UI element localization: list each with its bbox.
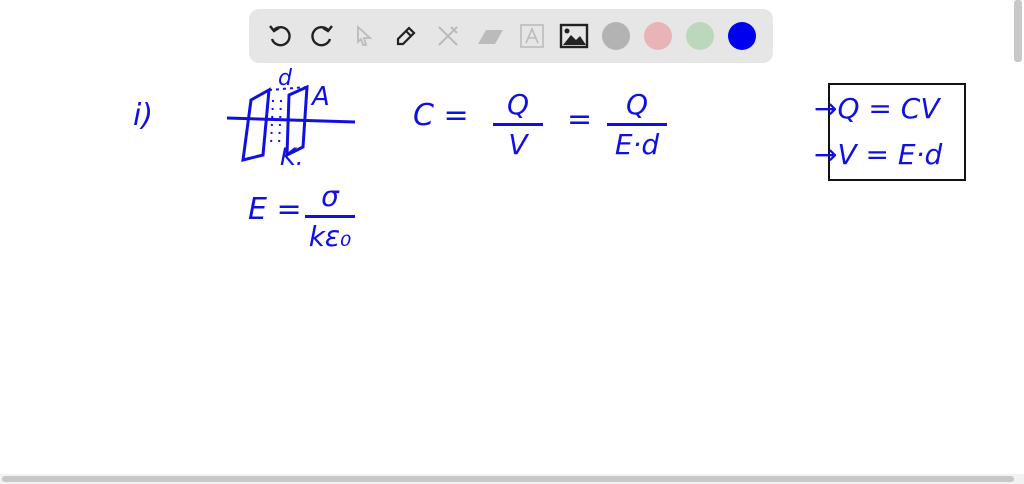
vertical-scrollbar[interactable] (1014, 0, 1022, 62)
formula-v-ed: →V = E·d (814, 138, 943, 171)
toolbar (249, 9, 773, 63)
label-d: d (278, 66, 292, 91)
equals-sign: = (567, 102, 593, 137)
color-green-button[interactable] (679, 15, 721, 57)
fraction-sigma-over-k-eps0: σ kε₀ (305, 180, 355, 253)
image-icon[interactable] (553, 15, 595, 57)
label-k: K. (280, 143, 304, 171)
fraction-q-over-ed: Q E·d (607, 88, 667, 161)
text-icon[interactable] (511, 15, 553, 57)
undo-icon[interactable] (259, 15, 301, 57)
color-gray-button[interactable] (595, 15, 637, 57)
horizontal-scrollbar[interactable] (0, 474, 1024, 484)
tools-icon[interactable] (427, 15, 469, 57)
redo-icon[interactable] (301, 15, 343, 57)
color-blue-button[interactable] (721, 15, 763, 57)
formula-q-cv: →Q = CV (814, 92, 940, 125)
eraser-icon[interactable] (469, 15, 511, 57)
pen-icon[interactable] (385, 15, 427, 57)
color-pink-button[interactable] (637, 15, 679, 57)
label-i: i) (133, 98, 154, 133)
c-equals: C = (413, 98, 469, 133)
select-icon[interactable] (343, 15, 385, 57)
label-area: A (312, 82, 330, 112)
fraction-q-over-v: QV (493, 88, 543, 161)
e-equals: E = (248, 192, 302, 227)
